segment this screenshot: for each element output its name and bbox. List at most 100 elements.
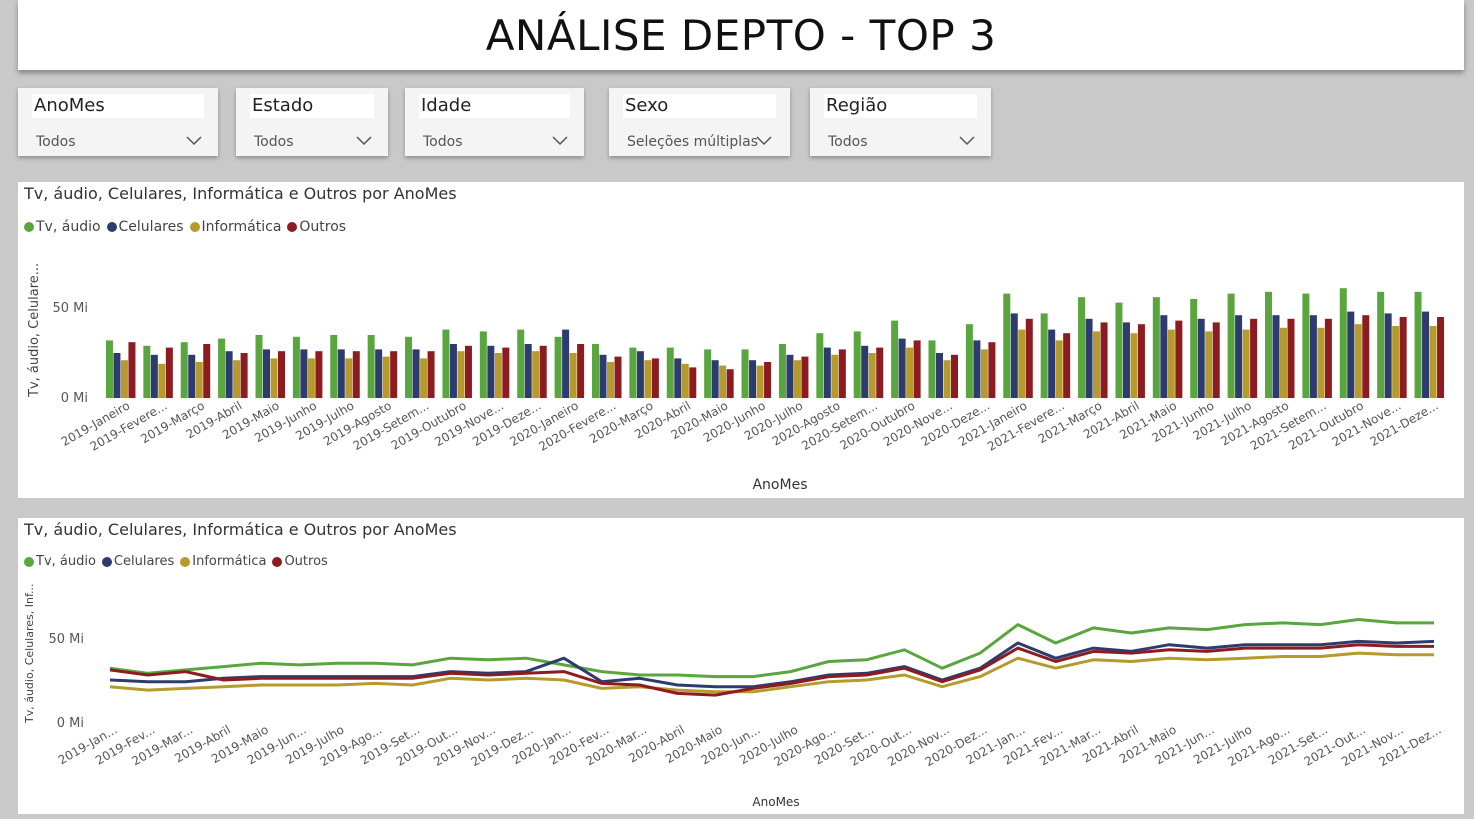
bar-mark[interactable] [823,347,831,398]
bar-mark[interactable] [1354,324,1362,398]
bar-mark[interactable] [793,360,801,398]
bar-mark[interactable] [644,360,652,398]
bar-mark[interactable] [1205,331,1213,398]
bar-mark[interactable] [113,353,121,398]
bar-mark[interactable] [569,353,577,398]
bar-mark[interactable] [330,335,338,398]
bar-mark[interactable] [203,344,211,398]
bar-mark[interactable] [1399,317,1407,398]
bar-mark[interactable] [1437,317,1445,398]
bar-mark[interactable] [980,349,988,398]
bar-mark[interactable] [741,349,749,398]
bar-mark[interactable] [188,354,196,398]
bar-mark[interactable] [449,344,457,398]
bar-mark[interactable] [629,347,637,398]
bar-mark[interactable] [517,329,525,398]
bar-mark[interactable] [988,342,996,398]
bar-mark[interactable] [562,329,570,398]
bar-mark[interactable] [1190,299,1198,398]
bar-mark[interactable] [778,344,786,398]
bar-mark[interactable] [218,338,226,398]
bar-mark[interactable] [853,331,861,398]
bar-mark[interactable] [906,347,914,398]
bar-mark[interactable] [951,354,958,398]
bar-mark[interactable] [502,347,510,398]
bar-mark[interactable] [965,324,973,398]
bar-mark[interactable] [577,344,585,398]
bar-mark[interactable] [233,360,241,398]
bar-mark[interactable] [726,369,734,398]
bar-mark[interactable] [1265,291,1272,398]
bar-mark[interactable] [337,349,345,398]
bar-mark[interactable] [1339,288,1347,398]
bar-mark[interactable] [150,354,158,398]
bar-mark[interactable] [1227,293,1235,398]
bar-mark[interactable] [1078,297,1086,398]
bar-mark[interactable] [1414,291,1422,398]
bar-mark[interactable] [494,353,502,398]
bar-mark[interactable] [442,329,450,398]
bar-mark[interactable] [674,358,682,398]
bar-mark[interactable] [1309,315,1317,398]
bar-mark[interactable] [801,356,809,398]
bar-mark[interactable] [711,360,719,398]
bar-mark[interactable] [1018,329,1026,398]
bar-mark[interactable] [973,340,981,398]
bar-mark[interactable] [786,354,794,398]
bar-mark[interactable] [292,336,300,398]
bar-mark[interactable] [1063,333,1071,398]
bar-mark[interactable] [898,338,906,398]
bar-mark[interactable] [599,354,607,398]
bar-mark[interactable] [195,362,203,398]
bar-mark[interactable] [681,363,689,398]
bar-mark[interactable] [689,367,697,398]
bar-mark[interactable] [263,349,270,398]
bar-mark[interactable] [1250,318,1258,398]
chevron-down-icon[interactable] [754,134,774,148]
bar-mark[interactable] [749,360,757,398]
bar-mark[interactable] [592,344,599,398]
bar-mark[interactable] [270,358,278,398]
bar-mark[interactable] [868,353,876,398]
bar-mark[interactable] [352,351,360,398]
bar-mark[interactable] [345,358,353,398]
bar-mark[interactable] [891,320,899,398]
bar-mark[interactable] [719,365,727,398]
chevron-down-icon[interactable] [354,134,374,148]
bar-mark[interactable] [128,342,136,398]
bar-mark[interactable] [607,362,614,398]
chevron-down-icon[interactable] [550,134,570,148]
bar-mark[interactable] [1429,326,1437,398]
bar-mark[interactable] [1235,315,1243,398]
bar-mark[interactable] [427,351,435,398]
bar-mark[interactable] [367,335,375,398]
bar-mark[interactable] [1317,327,1325,398]
bar-mark[interactable] [240,353,248,398]
bar-mark[interactable] [420,358,428,398]
bar-mark[interactable] [554,336,562,398]
bar-mark[interactable] [1362,315,1370,398]
bar-mark[interactable] [1212,322,1220,398]
bar-mark[interactable] [412,349,420,398]
bar-mark[interactable] [487,345,495,398]
bar-mark[interactable] [913,340,921,398]
bar-mark[interactable] [180,342,188,398]
slicer-value[interactable]: Todos [254,134,293,150]
bar-mark[interactable] [651,358,659,398]
bar-mark[interactable] [1302,293,1310,398]
slicer-value[interactable]: Seleções múltiplas [627,134,758,150]
bar-mark[interactable] [405,336,413,398]
bar-mark[interactable] [105,340,113,398]
bar-mark[interactable] [943,360,951,398]
bar-mark[interactable] [300,349,308,398]
bar-mark[interactable] [1122,322,1130,398]
bar-chart-panel[interactable]: Tv, áudio, Celulares, Informática e Outr… [18,182,1464,498]
bar-mark[interactable] [165,347,173,398]
bar-mark[interactable] [1197,318,1205,398]
bar-mark[interactable] [1377,291,1385,398]
line-chart-panel[interactable]: Tv, áudio, Celulares, Informática e Outr… [18,518,1464,814]
bar-mark[interactable] [1085,318,1093,398]
bar-mark[interactable] [1130,333,1138,398]
slicer-idade[interactable]: Idade Todos [405,88,584,156]
bar-mark[interactable] [464,345,472,398]
